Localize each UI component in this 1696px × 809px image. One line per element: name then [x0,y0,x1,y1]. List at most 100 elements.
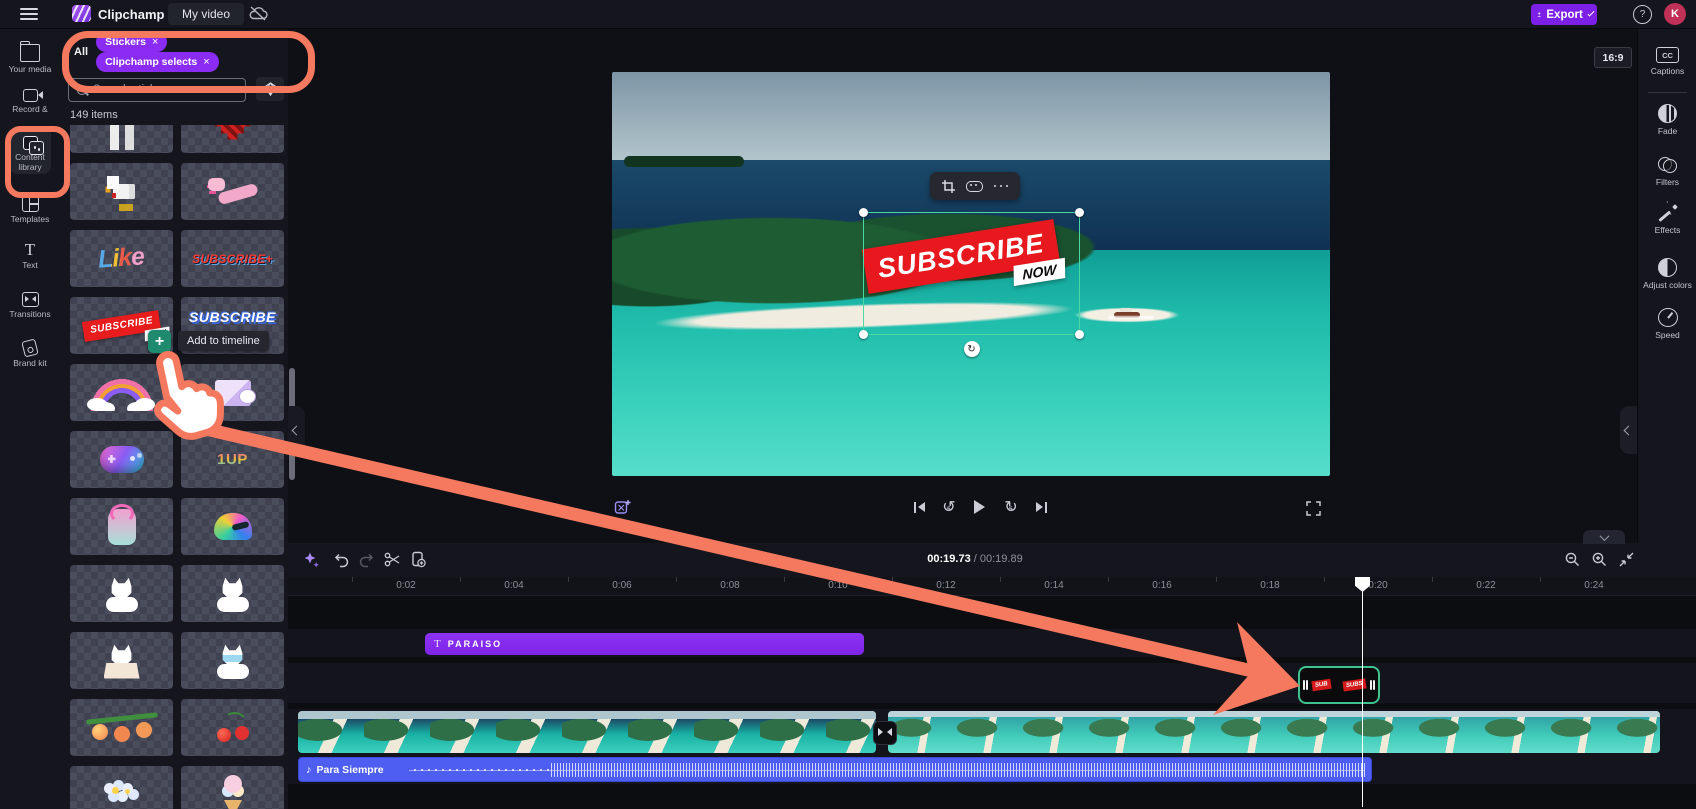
rotate-handle[interactable]: ↻ [963,341,980,357]
sticker-tile-cute-cat[interactable] [181,565,284,622]
filter-chip[interactable]: Stickers × [96,32,168,52]
premium-filter-button[interactable] [256,77,284,101]
sticker-tile-gift-box-cat[interactable] [181,364,284,421]
filter-chip[interactable]: Clipchamp selects × [96,52,219,72]
time-separator: / [970,553,980,565]
redo-button[interactable] [358,551,376,569]
resize-handle-top-right[interactable] [1075,208,1084,217]
sidebar-item-record[interactable]: Record & [0,86,60,115]
ruler-label: 0:10 [828,580,848,591]
aspect-ratio-badge[interactable]: 16:9 [1594,47,1632,68]
timeline-ruler[interactable]: 0:02 0:04 0:06 0:08 0:10 0:12 0:14 0:16 0:18 0:20… [288,577,1696,596]
timeline-collapse-button[interactable] [1583,530,1625,544]
ruler-label: 0:14 [1044,580,1064,591]
play-button[interactable] [968,496,990,518]
panel-collapse-button[interactable] [288,406,305,454]
tab-speed[interactable]: Speed [1638,308,1696,341]
rewind-5s-button[interactable]: ↺ 5 [938,496,960,518]
sticker-tile-minecraft-chicken[interactable] [70,163,173,220]
video-thumbnail [1416,711,1482,753]
resize-handle-top-left[interactable] [859,208,868,217]
zoom-out-button[interactable] [1564,551,1582,569]
sidebar-item-text[interactable]: T Text [0,240,60,271]
sticker-track [288,663,1696,703]
text-icon: T [24,240,36,259]
skip-start-button[interactable] [908,496,930,518]
triangle-right-icon [1035,502,1043,512]
duplicate-button[interactable] [410,551,428,569]
add-to-timeline-button[interactable]: + [148,330,171,353]
resize-handle-bottom-left[interactable] [859,330,868,339]
sidebar-item-your-media[interactable]: Your media [0,41,60,75]
sticker-tile-axolotl[interactable] [181,163,284,220]
sticker-tile-angry-cat[interactable] [70,565,173,622]
transition-button[interactable] [873,721,897,745]
sidebar-item-transitions[interactable]: Transitions [0,290,60,320]
sticker-tile-holo-helmet[interactable] [181,498,284,555]
skip-end-button[interactable] [1030,496,1052,518]
sticker-tile-game-controller[interactable] [70,431,173,488]
sticker-tile-cherries[interactable] [181,699,284,756]
sticker-tile-blue-flowers[interactable] [70,766,173,809]
filter-all[interactable]: All [74,46,88,58]
fullscreen-button[interactable] [1306,501,1321,516]
sticker-tile-cat-headphones[interactable] [70,498,173,555]
avatar[interactable]: K [1664,3,1686,25]
sticker-tile-peach-branch[interactable] [70,699,173,756]
sticker-clip-thumbnail: SUB [1311,678,1332,692]
video-clip-1[interactable] [298,711,876,753]
video-clip-2[interactable] [888,711,1660,753]
video-preview[interactable]: SUBSCRIBE NOW ↻ [612,72,1330,476]
menu-icon[interactable] [20,8,38,20]
zoom-fit-button[interactable] [1618,551,1636,569]
ruler-tick [1540,577,1541,582]
right-panel-collapse-button[interactable] [1620,406,1637,454]
chip-remove-icon[interactable]: × [152,36,158,48]
tab-adjust-colors[interactable]: Adjust colors [1638,258,1696,291]
zoom-in-button[interactable] [1591,551,1609,569]
video-thumbnail [628,711,694,753]
export-button[interactable]: Export [1531,4,1597,25]
ai-suggestions-button[interactable] [303,551,321,569]
sticker-tile-subscribe-plus-sticker[interactable]: SUBSCRIBE+ [181,230,284,287]
sidebar-item-brand-kit[interactable]: Brand kit [0,338,60,369]
undo-button[interactable] [332,551,350,569]
sticker-tile-crying-cat[interactable] [181,632,284,689]
forward-5s-button[interactable]: ↻ 5 [1000,496,1022,518]
tab-captions[interactable]: CC Captions [1638,47,1696,77]
tab-filters[interactable]: Filters [1638,157,1696,188]
sticker-tile-rainbow-clouds[interactable] [70,364,173,421]
sticker-tile-cat-in-box[interactable] [70,632,173,689]
speed-icon [1657,308,1678,327]
sticker-tile-ice-cream-swirl[interactable] [181,766,284,809]
crop-button[interactable] [941,179,956,194]
tab-effects[interactable]: Effects [1638,205,1696,236]
sticker-art: Like [97,242,146,274]
sticker-tile-one-up-sticker[interactable]: 1UP [181,431,284,488]
text-clip[interactable]: T PARAISO [425,633,864,655]
text-icon: T [434,638,441,650]
video-thumbnail [1482,711,1548,753]
sidebar-item-label: Brand kit [13,358,47,368]
help-button[interactable]: ? [1633,5,1652,24]
fit-button[interactable] [966,180,983,192]
waveform-loud [551,763,1366,777]
sticker-tile-pixel-heart[interactable] [181,125,284,153]
sidebar-item-content-library[interactable]: Content library [0,126,60,174]
sticker-tile-like-sticker[interactable]: Like [70,230,173,287]
search-placeholder: Search stickers [93,84,172,96]
resize-handle-bottom-right[interactable] [1075,330,1084,339]
playhead[interactable] [1355,577,1370,807]
sticker-art [215,710,251,746]
tab-fade[interactable]: Fade [1638,104,1696,137]
split-button[interactable] [384,551,402,569]
more-options-button[interactable] [993,184,1010,188]
project-title[interactable]: My video [168,3,245,25]
sticker-tile-skeleton-legs[interactable] [70,125,173,153]
chip-remove-icon[interactable]: × [203,56,209,68]
sticker-art [86,375,157,411]
sticker-art: SUBSCRIBE+ [192,251,273,266]
audio-clip[interactable]: ♪ Para Siempre [298,757,1372,782]
search-input[interactable]: Search stickers [68,78,246,102]
sidebar-item-templates[interactable]: Templates [0,194,60,225]
